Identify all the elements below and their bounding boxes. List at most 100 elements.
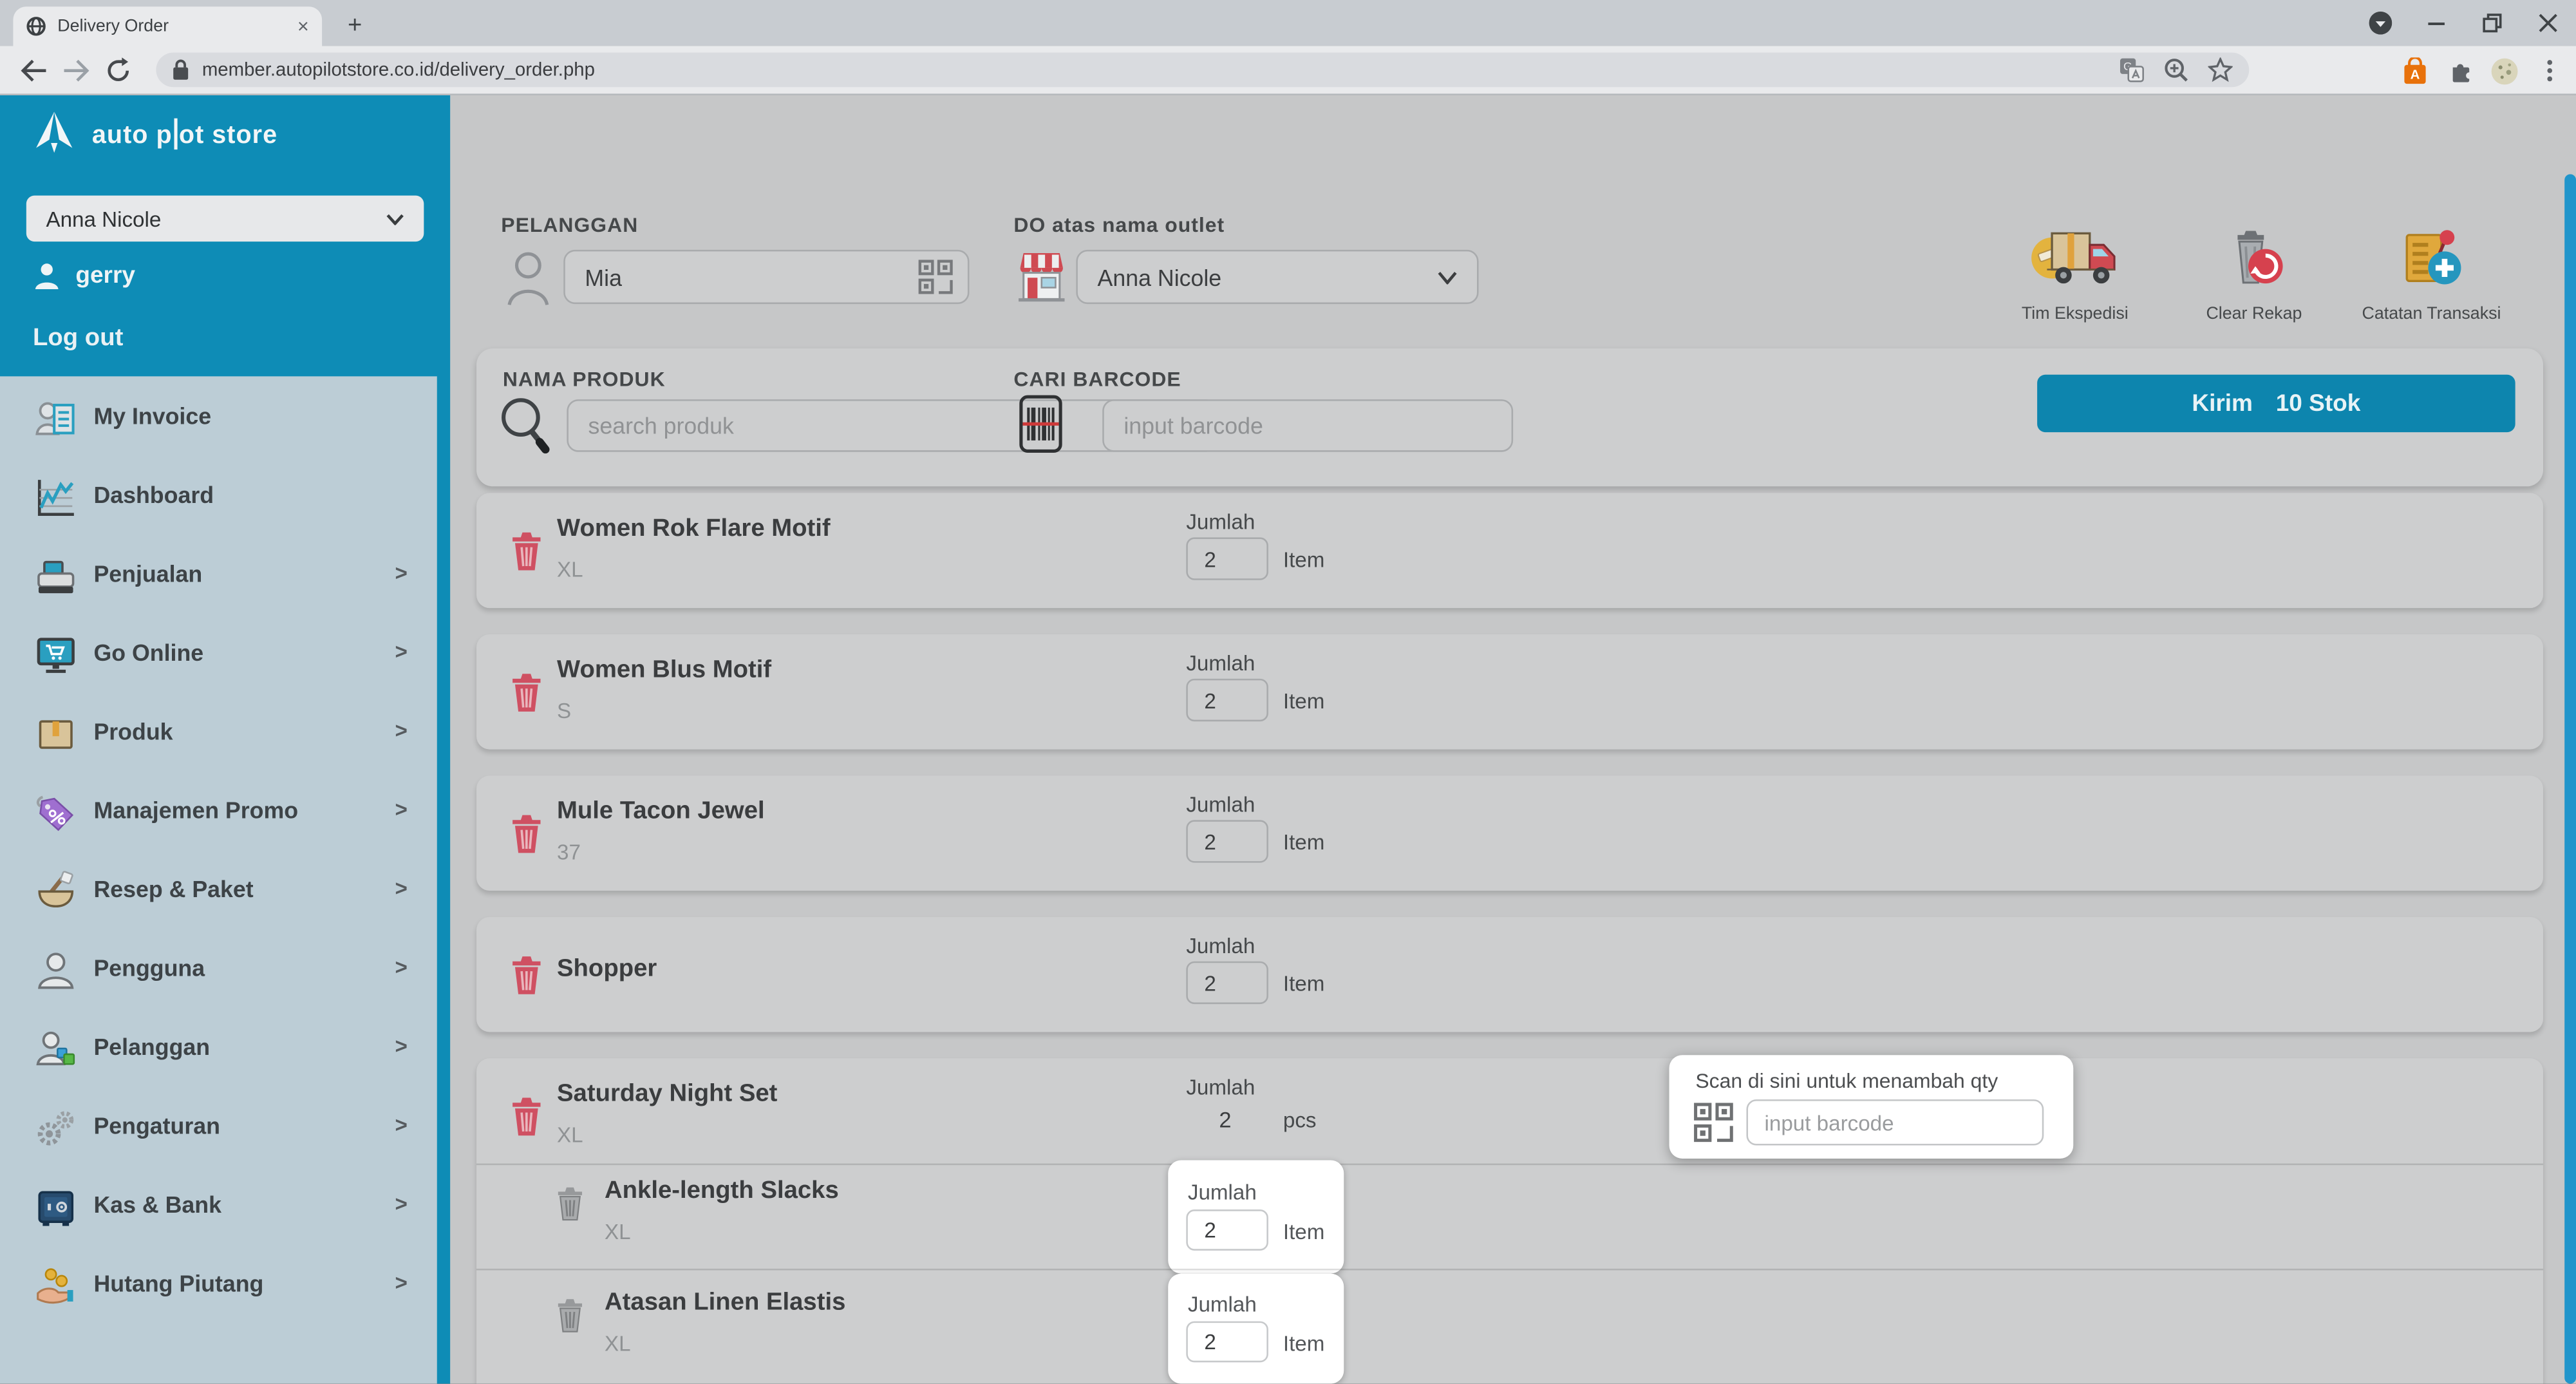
- paper-plane-logo-icon: [33, 108, 77, 159]
- username: gerry: [75, 263, 135, 289]
- browser-menu-icon[interactable]: [2353, 0, 2409, 46]
- window-minimize-button[interactable]: [2409, 0, 2465, 46]
- shop-extension-icon[interactable]: A: [2395, 51, 2434, 90]
- nama-produk-label: NAMA PRODUK: [503, 368, 666, 392]
- chevron-right-icon: >: [395, 955, 407, 980]
- translate-icon[interactable]: G: [2120, 57, 2144, 82]
- delete-trash-icon[interactable]: [509, 670, 544, 713]
- truck-icon: [2031, 227, 2120, 289]
- catatan-transaksi-button[interactable]: Catatan Transaksi: [2341, 227, 2522, 324]
- sidebar-item-my-invoice[interactable]: My Invoice: [0, 379, 437, 458]
- qty-input[interactable]: [1186, 962, 1268, 1004]
- browser-tab[interactable]: Delivery Order ×: [13, 6, 322, 46]
- delete-trash-icon[interactable]: [555, 1295, 585, 1334]
- chevron-right-icon: >: [395, 1034, 407, 1058]
- chevron-right-icon: >: [395, 640, 407, 664]
- qty-input[interactable]: [1186, 537, 1268, 580]
- delete-trash-icon[interactable]: [509, 812, 544, 855]
- sidebar-menu: My Invoice Dashboard Penjualan > Go Onli…: [0, 376, 437, 1383]
- qty-highlight-box: Jumlah Item: [1168, 1274, 1344, 1384]
- delete-trash-icon[interactable]: [509, 953, 544, 996]
- product-name: Mule Tacon Jewel: [557, 797, 765, 825]
- delete-trash-icon[interactable]: [555, 1183, 585, 1222]
- tim-ekspedisi-button[interactable]: Tim Ekspedisi: [1984, 227, 2165, 324]
- pelanggan-field-wrap: [563, 250, 969, 304]
- jumlah-label: Jumlah: [1186, 650, 1255, 675]
- screen: Delivery Order × + member.autopilotstore…: [0, 0, 2576, 1384]
- sidebar-item-pengguna[interactable]: Pengguna >: [0, 932, 437, 1010]
- sidebar-item-go-online[interactable]: Go Online >: [0, 616, 437, 695]
- browser-toolbar: member.autopilotstore.co.id/delivery_ord…: [0, 46, 2576, 95]
- monitor-cart-icon: [35, 634, 77, 677]
- hand-coins-icon: [35, 1266, 77, 1308]
- storefront-icon: [1015, 248, 1068, 305]
- zoom-icon[interactable]: [2164, 57, 2188, 82]
- sidebar-item-manajemen-promo[interactable]: Manajemen Promo >: [0, 774, 437, 853]
- qty-input[interactable]: [1186, 820, 1268, 862]
- sidebar-outlet-select[interactable]: Anna Nicole: [26, 196, 424, 242]
- reload-button[interactable]: [99, 51, 138, 90]
- delete-trash-icon[interactable]: [509, 1094, 544, 1137]
- jumlah-label: Jumlah: [1188, 1180, 1257, 1204]
- extensions-puzzle-icon[interactable]: [2441, 51, 2481, 90]
- chevron-right-icon: >: [395, 1191, 407, 1216]
- product-variant: 37: [557, 840, 581, 864]
- pelanggan-input[interactable]: [563, 250, 969, 304]
- jumlah-label: Jumlah: [1186, 933, 1255, 958]
- brand-cursor: [174, 117, 177, 148]
- chevron-right-icon: >: [395, 797, 407, 822]
- user-outline-icon: [35, 950, 77, 992]
- qty-input[interactable]: [1186, 1322, 1268, 1363]
- qty-input[interactable]: [1186, 679, 1268, 721]
- window-restore-button[interactable]: [2465, 0, 2521, 46]
- browser-kebab-menu-icon[interactable]: [2530, 51, 2570, 90]
- product-row: Women Rok Flare Motif XL Jumlah Item: [476, 493, 2543, 609]
- search-card: NAMA PRODUK CARI BARCODE Kirim10 Stok: [476, 348, 2543, 486]
- sidebar-item-pengaturan[interactable]: Pengaturan >: [0, 1090, 437, 1168]
- unit-label: Item: [1283, 547, 1325, 572]
- cari-barcode-label: CARI BARCODE: [1013, 368, 1181, 392]
- sidebar-item-dashboard[interactable]: Dashboard: [0, 459, 437, 537]
- cari-barcode-input[interactable]: [1102, 399, 1513, 452]
- user-row: gerry: [35, 263, 135, 289]
- clear-rekap-button[interactable]: Clear Rekap: [2164, 227, 2345, 324]
- sidebar-item-resep-paket[interactable]: Resep & Paket >: [0, 853, 437, 931]
- sidebar-item-pelanggan[interactable]: Pelanggan >: [0, 1010, 437, 1089]
- jumlah-label: Jumlah: [1188, 1292, 1257, 1316]
- sidebar-item-produk[interactable]: Produk >: [0, 695, 437, 773]
- new-tab-button[interactable]: +: [339, 10, 371, 43]
- scan-qty-tooltip: Scan di sini untuk menambah qty: [1669, 1055, 2074, 1159]
- outlet-select[interactable]: Anna Nicole: [1076, 250, 1478, 304]
- promo-tag-icon: [35, 792, 77, 835]
- profile-avatar[interactable]: [2484, 51, 2523, 90]
- bookmark-star-icon[interactable]: [2208, 57, 2232, 82]
- forward-button[interactable]: [56, 51, 95, 90]
- logout-link[interactable]: Log out: [33, 324, 123, 352]
- chevron-right-icon: >: [395, 1113, 407, 1137]
- page-scrollbar[interactable]: [2564, 174, 2576, 1383]
- sidebar-item-penjualan[interactable]: Penjualan >: [0, 537, 437, 616]
- window-close-button[interactable]: [2520, 0, 2576, 46]
- invoice-icon: [35, 398, 77, 441]
- unit-label: Item: [1283, 1219, 1325, 1244]
- jumlah-label: Jumlah: [1186, 509, 1255, 534]
- tab-close-icon[interactable]: ×: [297, 17, 309, 37]
- tooltip-text: Scan di sini untuk menambah qty: [1695, 1070, 1998, 1093]
- kirim-button[interactable]: Kirim10 Stok: [2037, 375, 2515, 432]
- delete-trash-icon[interactable]: [509, 529, 544, 572]
- address-bar[interactable]: member.autopilotstore.co.id/delivery_ord…: [156, 53, 2249, 88]
- brand-name: auto pot store: [92, 117, 277, 150]
- chevron-right-icon: >: [395, 876, 407, 900]
- customer-icon: [35, 1029, 77, 1071]
- note-plus-icon: [2398, 227, 2464, 289]
- back-button[interactable]: [13, 51, 52, 90]
- product-row: Shopper Jumlah Item: [476, 917, 2543, 1032]
- browser-tab-strip: Delivery Order × +: [0, 0, 2576, 46]
- qty-input[interactable]: [1186, 1209, 1268, 1251]
- qr-scan-icon[interactable]: [918, 260, 953, 294]
- popup-barcode-input[interactable]: [1746, 1099, 2044, 1145]
- sidebar-item-hutang-piutang[interactable]: Hutang Piutang >: [0, 1247, 437, 1326]
- product-name: Saturday Night Set: [557, 1079, 777, 1107]
- sidebar-item-kas-bank[interactable]: Kas & Bank >: [0, 1168, 437, 1247]
- svg-text:A: A: [2411, 67, 2420, 81]
